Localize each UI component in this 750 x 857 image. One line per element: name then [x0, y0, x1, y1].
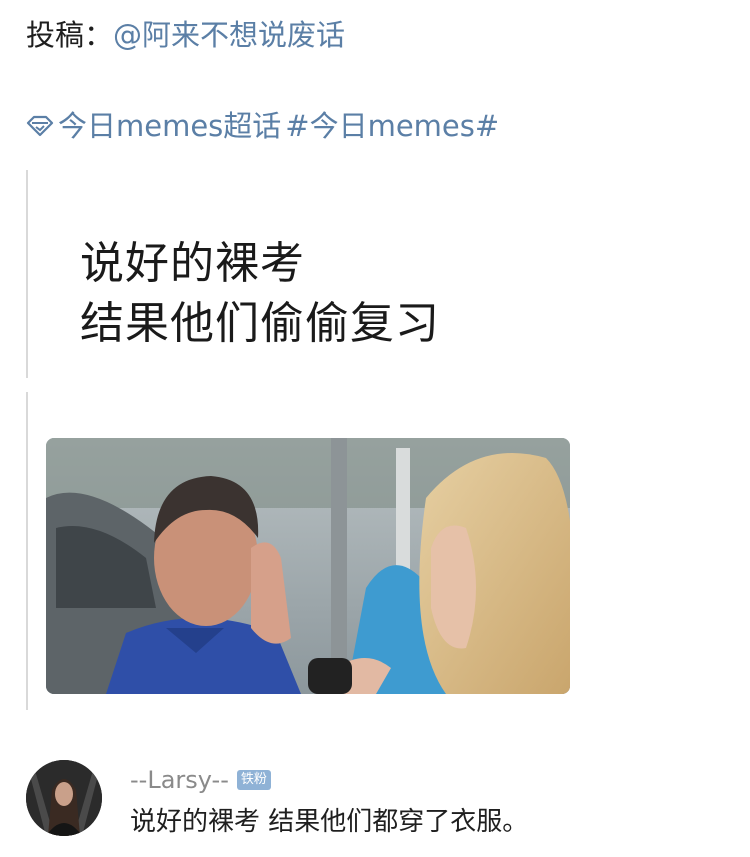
- supertopic-diamond-icon: [26, 115, 54, 137]
- meme-image[interactable]: 说好的裸考 结果他们偷偷复习: [26, 170, 588, 710]
- meme-caption: 说好的裸考 结果他们偷偷复习: [80, 234, 440, 354]
- fan-badge: 铁粉: [236, 770, 271, 790]
- hashtag-link[interactable]: #今日memes#: [285, 105, 499, 147]
- submit-prefix: 投稿：: [26, 18, 114, 52]
- comment-text: 说好的裸考 结果他们都穿了衣服。: [130, 807, 529, 837]
- meme-caption-line: 结果他们偷偷复习: [80, 298, 440, 349]
- divider: [26, 170, 28, 378]
- submitter-line: 投稿：@阿来不想说废话: [26, 14, 345, 56]
- username-link[interactable]: --Larsy--: [130, 764, 229, 796]
- avatar[interactable]: [26, 760, 102, 836]
- topic-line: 今日memes超话 #今日memes#: [26, 105, 499, 147]
- comment-item: --Larsy-- 铁粉 说好的裸考 结果他们都穿了衣服。: [26, 760, 726, 840]
- divider: [26, 392, 28, 710]
- submitter-mention-link[interactable]: @阿来不想说废话: [113, 18, 345, 52]
- comment-user-row: --Larsy-- 铁粉: [130, 764, 271, 796]
- meme-caption-line: 说好的裸考: [80, 238, 305, 289]
- meme-photo: [46, 438, 570, 694]
- supertopic-link[interactable]: 今日memes超话: [58, 105, 281, 147]
